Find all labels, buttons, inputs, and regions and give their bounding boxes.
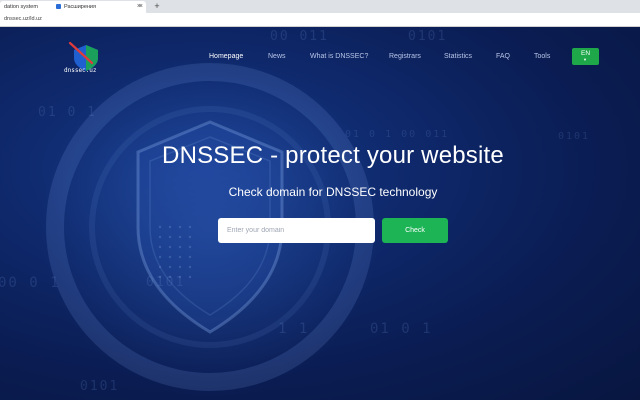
nav-statistics[interactable]: Statistics <box>444 53 472 60</box>
browser-tab-extensions[interactable]: Расширения × <box>52 1 148 13</box>
binary-decoration: 1 1 <box>278 321 310 337</box>
binary-decoration: 01 0 1 00 011 <box>345 129 450 140</box>
close-tab-icon[interactable]: × <box>139 3 143 10</box>
nav-faq[interactable]: FAQ <box>496 53 510 60</box>
browser-tab-bar: dation system × Расширения × + <box>0 0 640 13</box>
binary-decoration: 0101 <box>408 29 448 44</box>
binary-decoration: 00 011 <box>270 29 329 44</box>
hero-title: DNSSEC - protect your website <box>162 142 504 169</box>
language-selector-button[interactable]: EN ▼ <box>572 48 599 65</box>
binary-decoration: 01 0 1 <box>370 321 433 337</box>
nav-tools[interactable]: Tools <box>534 53 550 60</box>
hero-subtitle: Check domain for DNSSEC technology <box>228 185 438 199</box>
new-tab-button[interactable]: + <box>152 1 162 12</box>
binary-decoration: 0101 <box>80 379 120 394</box>
page-body: 00 011 0101 01 0 1 01 0 1 00 011 0101 00… <box>0 27 640 400</box>
nav-homepage[interactable]: Homepage <box>209 53 243 60</box>
binary-decoration: 0101 <box>558 131 591 142</box>
binary-decoration: 00 0 1 <box>0 275 61 291</box>
binary-decoration: 01 0 1 <box>38 105 97 120</box>
puzzle-icon <box>56 4 61 9</box>
background-graphic <box>40 57 380 397</box>
logo-text[interactable]: dnssec.uz <box>64 67 97 74</box>
language-label: EN <box>580 50 591 57</box>
check-button[interactable]: Check <box>382 218 448 243</box>
nav-registrars[interactable]: Registrars <box>389 53 421 60</box>
nav-what-is-dnssec[interactable]: What is DNSSEC? <box>310 53 368 60</box>
binary-decoration: 0101 <box>146 275 186 290</box>
tab-title: dation system <box>4 4 38 10</box>
address-text: dnssec.uz/ld.uz <box>4 16 42 22</box>
tab-title: Расширения <box>64 4 96 10</box>
domain-input[interactable] <box>218 218 375 243</box>
nav-news[interactable]: News <box>268 53 286 60</box>
chevron-down-icon: ▼ <box>583 57 587 62</box>
address-bar[interactable]: dnssec.uz/ld.uz <box>0 13 640 27</box>
